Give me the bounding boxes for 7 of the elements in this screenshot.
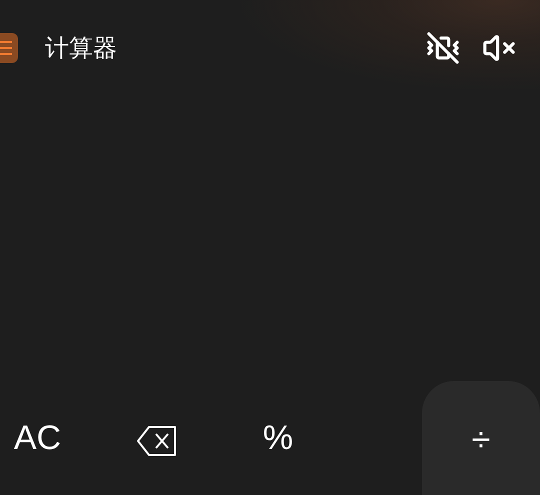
vibrate-off-button[interactable] [426, 31, 460, 65]
key-button[interactable]: AC [0, 381, 75, 495]
vibrate-off-icon [426, 31, 460, 65]
app-title: 计算器 [45, 33, 118, 64]
divide-key[interactable]: ÷ [422, 381, 540, 495]
key-button[interactable]: % [239, 381, 317, 495]
backspace-icon [136, 425, 178, 457]
